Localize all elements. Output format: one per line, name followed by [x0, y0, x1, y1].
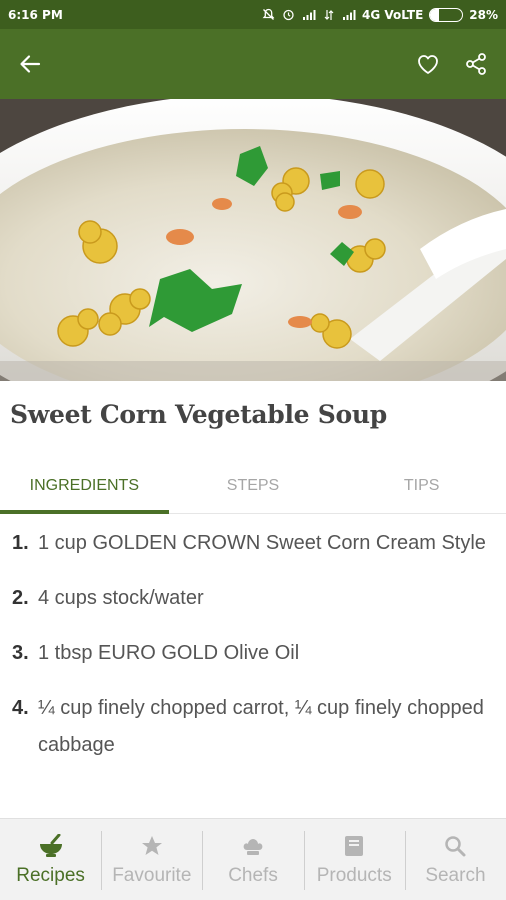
recipe-image — [0, 99, 506, 381]
signal-icon-2 — [342, 9, 356, 21]
nav-search-label: Search — [425, 864, 486, 886]
status-icons: 4G VoLTE 28% — [262, 7, 498, 22]
recipe-title: Sweet Corn Vegetable Soup — [10, 400, 387, 429]
nav-search[interactable]: Search — [404, 819, 506, 900]
share-icon — [466, 53, 486, 75]
nav-recipes[interactable]: Recipes — [0, 819, 101, 900]
battery-percent: 28% — [469, 7, 498, 22]
list-item-number: 3. — [12, 642, 29, 664]
bottom-navigation: Recipes Favourite Chefs Products Search — [0, 818, 506, 900]
product-box-icon — [343, 833, 365, 859]
status-time: 6:16 PM — [8, 7, 63, 22]
list-item-text: 1 cup GOLDEN CROWN Sweet Corn Cream Styl… — [38, 532, 486, 554]
list-item-number: 4. — [12, 697, 29, 719]
list-item-text: 4 cups stock/water — [38, 587, 204, 609]
list-item-text: 1 tbsp EURO GOLD Olive Oil — [38, 642, 300, 664]
arrow-left-icon — [20, 55, 41, 73]
list-item-number: 2. — [12, 587, 29, 609]
list-item-number: 1. — [12, 532, 29, 554]
back-button[interactable] — [12, 46, 48, 82]
nav-recipes-label: Recipes — [16, 864, 85, 886]
mortar-bowl-icon — [38, 833, 64, 859]
tab-tips[interactable]: TIPS — [337, 458, 506, 513]
status-bar: 6:16 PM 4G VoLTE 28% — [0, 0, 506, 29]
app-bar — [0, 29, 506, 99]
nav-products-label: Products — [316, 864, 392, 886]
network-label: 4G VoLTE — [361, 7, 424, 22]
tab-ingredients[interactable]: INGREDIENTS — [0, 458, 169, 514]
favorite-button[interactable] — [410, 46, 446, 82]
nav-favourite[interactable]: Favourite — [101, 819, 202, 900]
star-icon — [140, 833, 164, 859]
signal-icon — [302, 9, 316, 21]
nav-products[interactable]: Products — [303, 819, 405, 900]
nav-favourite-label: Favourite — [112, 864, 192, 886]
mute-icon — [262, 8, 276, 21]
list-item: 3. 1 tbsp EURO GOLD Olive Oil — [0, 635, 506, 672]
chef-hat-icon — [241, 833, 265, 859]
heart-outline-icon — [418, 55, 438, 74]
search-icon — [443, 833, 467, 859]
list-item: 2. 4 cups stock/water — [0, 580, 506, 617]
nav-chefs[interactable]: Chefs — [202, 819, 303, 900]
tab-steps[interactable]: STEPS — [169, 458, 338, 513]
ingredients-list: 1. 1 cup GOLDEN CROWN Sweet Corn Cream S… — [0, 525, 506, 782]
recipe-tabs: INGREDIENTS STEPS TIPS — [0, 458, 506, 514]
nav-chefs-label: Chefs — [228, 864, 278, 886]
data-transfer-icon — [322, 9, 336, 21]
alarm-icon — [282, 9, 296, 21]
list-item: 1. 1 cup GOLDEN CROWN Sweet Corn Cream S… — [0, 525, 506, 562]
battery-icon — [429, 7, 464, 22]
list-item-text: ¼ cup finely chopped carrot, ¼ cup finel… — [38, 697, 484, 756]
share-button[interactable] — [458, 46, 494, 82]
list-item: 4. ¼ cup finely chopped carrot, ¼ cup fi… — [0, 690, 506, 764]
